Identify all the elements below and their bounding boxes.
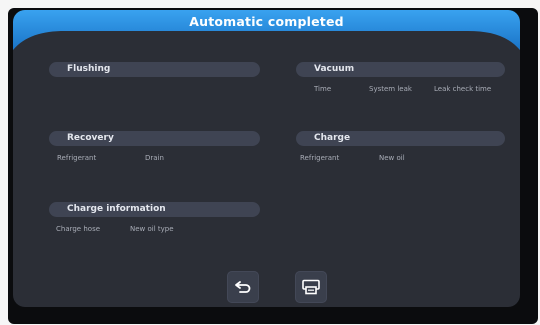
section-vacuum: Vacuum — [296, 62, 505, 77]
recovery-field-drain: Drain — [145, 154, 164, 162]
recovery-field-refrigerant: Refrigerant — [57, 154, 97, 162]
charge-field-new-oil: New oil — [379, 154, 405, 162]
vacuum-field-time: Time — [314, 85, 332, 93]
panel-header: Automatic completed — [13, 10, 520, 50]
result-panel: Automatic completed Flushing Vacuum Time… — [13, 10, 520, 307]
section-charge: Charge — [296, 131, 505, 146]
print-button[interactable] — [295, 271, 327, 303]
printer-icon — [302, 279, 320, 295]
vacuum-field-system-leak: System leak — [369, 85, 412, 93]
section-flushing: Flushing — [49, 62, 260, 77]
section-recovery: Recovery — [49, 131, 260, 146]
return-arrow-icon — [235, 281, 251, 293]
vacuum-field-leak-check-time: Leak check time — [434, 85, 492, 93]
charge-info-field-charge-hose: Charge hose — [56, 225, 101, 233]
section-charge-information: Charge information — [49, 202, 260, 217]
back-button[interactable] — [227, 271, 259, 303]
charge-field-refrigerant: Refrigerant — [300, 154, 340, 162]
page-title: Automatic completed — [189, 14, 344, 29]
charge-info-field-new-oil-type: New oil type — [130, 225, 174, 233]
